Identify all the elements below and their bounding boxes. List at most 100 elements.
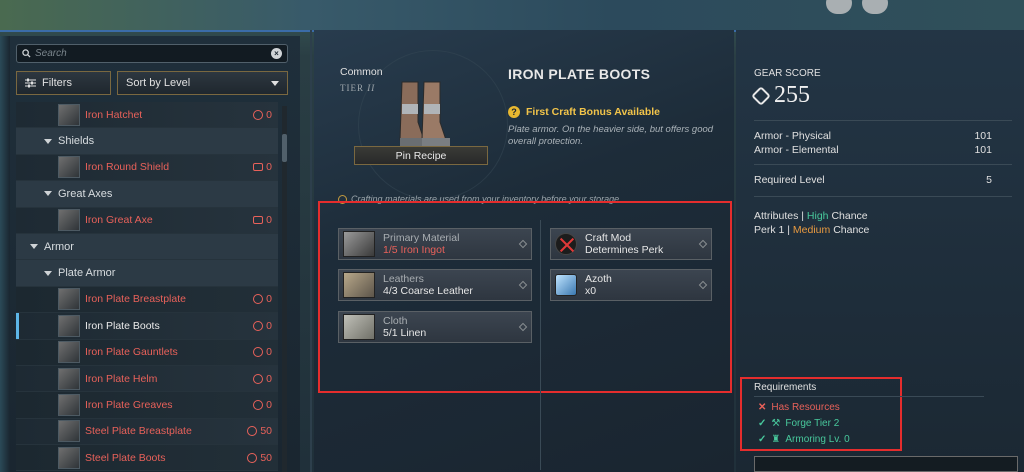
recipe-row[interactable]: Iron Round Shield 0 bbox=[16, 154, 278, 182]
item-thumbnail-icon bbox=[58, 446, 80, 469]
anvil-icon: ⚒ bbox=[771, 418, 781, 429]
recipe-row[interactable]: Iron Plate Helm 0 bbox=[16, 365, 278, 393]
cloth-slot[interactable]: Cloth 5/1 Linen bbox=[338, 311, 532, 343]
question-icon: ? bbox=[508, 106, 520, 118]
top-band bbox=[0, 0, 1024, 32]
armor-icon bbox=[253, 347, 264, 358]
azoth-label: Azoth bbox=[585, 273, 612, 285]
count-value: 0 bbox=[266, 293, 272, 306]
recipe-row[interactable]: Iron Great Axe 0 bbox=[16, 207, 278, 234]
count-value: 0 bbox=[266, 346, 272, 359]
scrollbar-thumb[interactable] bbox=[282, 134, 287, 162]
primary-material-label: Primary Material bbox=[383, 232, 460, 244]
attributes-chance: Attributes | High Chance bbox=[754, 210, 868, 222]
recipe-name: Iron Great Axe bbox=[85, 214, 153, 227]
craftable-count: 0 bbox=[253, 320, 272, 332]
azoth-icon bbox=[555, 274, 577, 296]
stat-value: 101 bbox=[974, 144, 992, 156]
craftable-count: 50 bbox=[247, 452, 272, 464]
craftable-count: 0 bbox=[253, 399, 272, 411]
recipe-list: Iron Hatchet 0 Shields Iron Round Shield 0 Gr… bbox=[16, 102, 278, 472]
attributes-label: Attributes bbox=[754, 210, 799, 222]
expand-caret-icon bbox=[30, 244, 38, 250]
stat-value: 101 bbox=[974, 130, 992, 142]
category-row[interactable]: Armor bbox=[16, 233, 278, 261]
category-row[interactable]: Shields bbox=[16, 128, 278, 155]
chevron-down-icon bbox=[271, 80, 279, 86]
azoth-value: x0 bbox=[585, 285, 597, 297]
recipe-row[interactable]: Iron Hatchet 0 bbox=[16, 102, 278, 129]
no-mod-icon bbox=[555, 233, 577, 255]
item-thumbnail-icon bbox=[58, 288, 80, 311]
item-thumbnail-icon bbox=[58, 341, 80, 364]
leathers-value: 4/3 Coarse Leather bbox=[383, 285, 473, 297]
recipe-row[interactable]: Steel Plate Breastplate 50 bbox=[16, 418, 278, 446]
gear-score: 255 bbox=[751, 82, 810, 109]
count-value: 0 bbox=[266, 161, 272, 174]
category-row[interactable]: Plate Armor bbox=[16, 260, 278, 287]
divider bbox=[754, 164, 1012, 165]
cross-icon: ✕ bbox=[758, 402, 767, 413]
stat-name: Armor - Physical bbox=[754, 130, 832, 142]
count-value: 0 bbox=[266, 398, 272, 411]
x-circle-icon bbox=[253, 109, 264, 120]
count-value: 0 bbox=[266, 372, 272, 385]
top-pill-icon bbox=[862, 0, 888, 14]
recipe-name: Iron Plate Breastplate bbox=[85, 293, 186, 306]
category-label: Plate Armor bbox=[58, 267, 116, 280]
item-thumbnail-icon bbox=[58, 367, 80, 390]
requirements-title: Requirements bbox=[754, 382, 817, 393]
iron-ingot-icon bbox=[343, 231, 375, 257]
recipe-list-scrollbar[interactable] bbox=[282, 106, 287, 472]
check-icon: ✓ bbox=[758, 418, 767, 429]
gear-score-icon bbox=[751, 85, 771, 106]
count-value: 0 bbox=[266, 108, 272, 121]
armoring-icon: ♜ bbox=[771, 434, 781, 445]
expand-caret-icon bbox=[44, 138, 52, 144]
gear-score-label: GEAR SCORE bbox=[754, 68, 821, 79]
primary-material-name: Iron Ingot bbox=[400, 244, 445, 256]
pin-recipe-button[interactable]: Pin Recipe bbox=[354, 146, 488, 165]
recipe-name: Steel Plate Breastplate bbox=[85, 425, 192, 438]
filters-button[interactable]: Filters bbox=[16, 71, 111, 95]
sort-dropdown[interactable]: Sort by Level bbox=[117, 71, 288, 95]
search-icon bbox=[22, 49, 31, 58]
craftable-count: 0 bbox=[253, 214, 272, 226]
craftable-count: 0 bbox=[253, 373, 272, 385]
recipe-row[interactable]: Iron Plate Boots 0 bbox=[16, 313, 278, 340]
recipe-row[interactable]: Iron Plate Gauntlets 0 bbox=[16, 339, 278, 366]
count-value: 0 bbox=[266, 214, 272, 227]
azoth-slot[interactable]: Azoth x0 bbox=[550, 269, 712, 301]
diamond-icon bbox=[698, 280, 708, 290]
gear-info-panel: GEAR SCORE 255 Armor - Physical 101 Armo… bbox=[736, 30, 1024, 472]
search-placeholder: Search bbox=[35, 48, 67, 59]
coarse-leather-icon bbox=[343, 272, 375, 298]
craft-mod-slot[interactable]: Craft Mod Determines Perk bbox=[550, 228, 712, 260]
tier-label: TIER bbox=[340, 83, 364, 93]
chance-word: Chance bbox=[833, 224, 870, 236]
craftable-count: 0 bbox=[253, 293, 272, 305]
recipe-name: Iron Plate Gauntlets bbox=[85, 346, 178, 359]
filter-sliders-icon bbox=[25, 78, 36, 88]
expand-caret-icon bbox=[44, 270, 52, 276]
search-input[interactable]: Search × bbox=[16, 44, 288, 63]
gear-score-value: 255 bbox=[774, 82, 810, 108]
primary-material-count: 1/5 bbox=[383, 244, 398, 256]
materials-divider bbox=[540, 220, 541, 470]
tier-numeral: II bbox=[367, 83, 376, 93]
requirement-text: Has Resources bbox=[771, 402, 840, 413]
recipe-name: Iron Plate Greaves bbox=[85, 398, 173, 411]
leathers-label: Leathers bbox=[383, 273, 424, 285]
panel-divider bbox=[310, 30, 312, 472]
clear-search-icon[interactable]: × bbox=[271, 48, 282, 59]
count-value: 50 bbox=[260, 425, 272, 438]
craft-action-bar[interactable] bbox=[754, 456, 1018, 472]
recipe-row[interactable]: Iron Plate Breastplate 0 bbox=[16, 286, 278, 314]
primary-material-slot[interactable]: Primary Material 1/5 Iron Ingot bbox=[338, 228, 532, 260]
recipe-name: Iron Round Shield bbox=[85, 161, 170, 174]
recipe-row[interactable]: Iron Plate Greaves 0 bbox=[16, 392, 278, 419]
category-row[interactable]: Great Axes bbox=[16, 181, 278, 208]
recipe-row[interactable]: Steel Plate Boots 50 bbox=[16, 445, 278, 472]
leathers-slot[interactable]: Leathers 4/3 Coarse Leather bbox=[338, 269, 532, 301]
item-thumbnail-icon bbox=[58, 209, 80, 232]
